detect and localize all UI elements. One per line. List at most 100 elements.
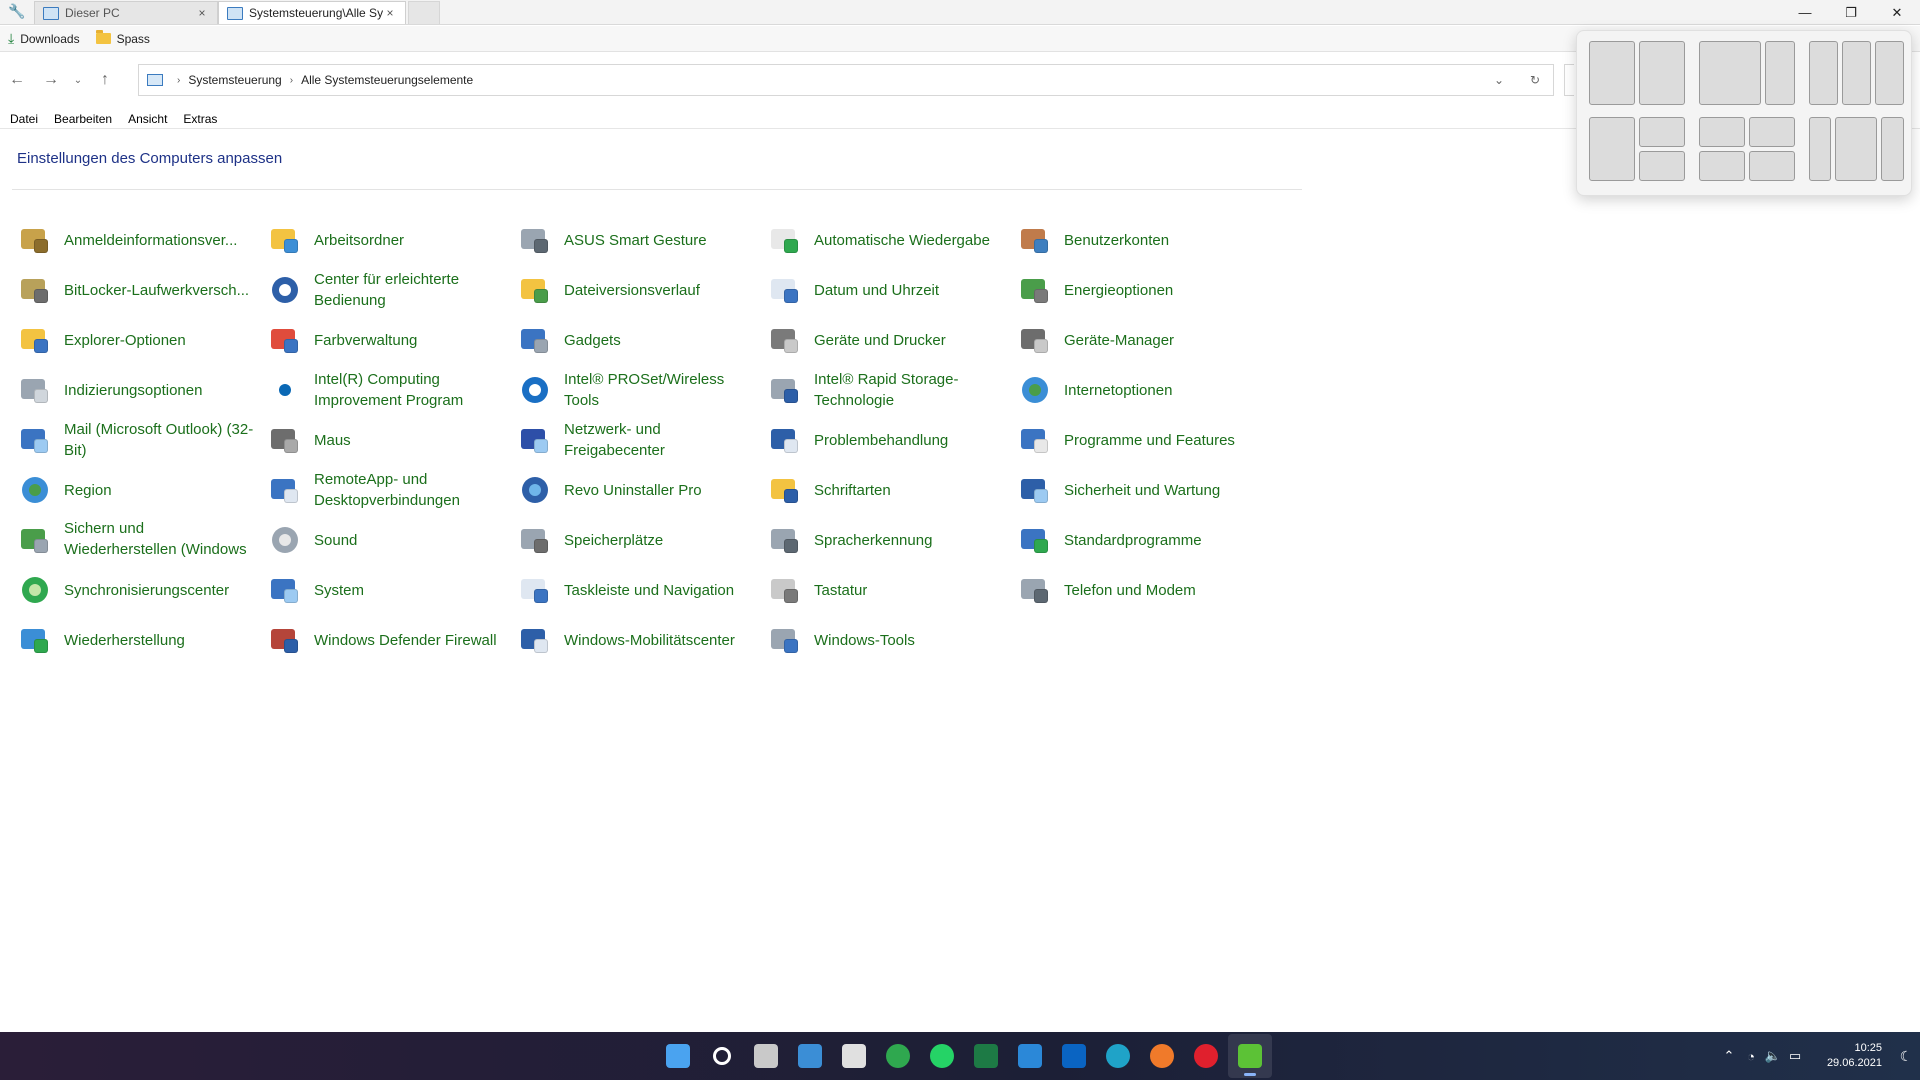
menu-extras[interactable]: Extras	[183, 112, 217, 126]
control-panel-item[interactable]: Explorer-Optionen	[16, 315, 266, 365]
favorite-downloads[interactable]: ⤓ Downloads	[8, 30, 80, 47]
control-panel-item[interactable]: Maus	[266, 415, 516, 465]
snap-zone[interactable]	[1699, 41, 1761, 105]
volume-icon[interactable]: 🔈	[1762, 1048, 1784, 1064]
chevron-up-icon[interactable]: ⌃	[1718, 1048, 1740, 1064]
tab-dieser-pc[interactable]: Dieser PC ×	[34, 1, 218, 24]
control-panel-item[interactable]: Sichern und Wiederherstellen (Windows 7)	[16, 515, 266, 565]
control-panel-item[interactable]: Sound	[266, 515, 516, 565]
control-panel-item[interactable]: Intel® PROSet/Wireless Tools	[516, 365, 766, 415]
control-panel-item[interactable]: Tastatur	[766, 565, 1016, 615]
control-panel-item[interactable]: Telefon und Modem	[1016, 565, 1266, 615]
task-view-icon[interactable]	[744, 1034, 788, 1078]
snap-zone[interactable]	[1842, 41, 1871, 105]
snap-zone[interactable]	[1639, 151, 1685, 181]
notes-icon[interactable]	[1008, 1034, 1052, 1078]
control-panel-item[interactable]: BitLocker-Laufwerkversch...	[16, 265, 266, 315]
control-panel-item[interactable]: Geräte-Manager	[1016, 315, 1266, 365]
control-panel-item[interactable]: Synchronisierungscenter	[16, 565, 266, 615]
wifi-icon[interactable]: ◔	[1740, 1049, 1762, 1064]
control-panel-item[interactable]: Schriftarten	[766, 465, 1016, 515]
calendar-app-icon[interactable]	[832, 1034, 876, 1078]
control-panel-item[interactable]: Windows-Tools	[766, 615, 1016, 665]
clock[interactable]: 10:25 29.06.2021	[1806, 1041, 1892, 1071]
tab-close-icon[interactable]: ×	[195, 6, 209, 20]
control-panel-item[interactable]: Windows-Mobilitätscenter	[516, 615, 766, 665]
clover-icon[interactable]	[1228, 1034, 1272, 1078]
up-button[interactable]: ↑	[88, 65, 122, 95]
control-panel-item[interactable]: Automatische Wiedergabe	[766, 215, 1016, 265]
widgets-icon[interactable]	[788, 1034, 832, 1078]
search-icon[interactable]	[700, 1034, 744, 1078]
menu-ansicht[interactable]: Ansicht	[128, 112, 167, 126]
snap-zone[interactable]	[1809, 41, 1838, 105]
start-icon[interactable]	[656, 1034, 700, 1078]
opera-icon[interactable]	[1184, 1034, 1228, 1078]
control-panel-item[interactable]: Intel(R) Computing Improvement Program	[266, 365, 516, 415]
back-button[interactable]: ←	[0, 65, 34, 95]
refresh-icon[interactable]: ↻	[1517, 65, 1553, 95]
forward-button[interactable]: →	[34, 65, 68, 95]
control-panel-item[interactable]: Wiederherstellung	[16, 615, 266, 665]
snap-zone[interactable]	[1835, 117, 1877, 181]
snap-zone[interactable]	[1809, 117, 1831, 181]
close-button[interactable]: ✕	[1874, 0, 1920, 25]
snap-zone[interactable]	[1749, 117, 1795, 147]
recent-locations-button[interactable]: ⌄	[68, 65, 88, 95]
control-panel-item[interactable]: Programme und Features	[1016, 415, 1266, 465]
excel-icon[interactable]	[964, 1034, 1008, 1078]
control-panel-item[interactable]: Benutzerkonten	[1016, 215, 1266, 265]
snap-zone[interactable]	[1881, 117, 1904, 181]
control-panel-item[interactable]: System	[266, 565, 516, 615]
control-panel-item[interactable]: ASUS Smart Gesture	[516, 215, 766, 265]
control-panel-item[interactable]: Windows Defender Firewall	[266, 615, 516, 665]
favorite-spass[interactable]: Spass	[95, 30, 150, 46]
control-panel-item[interactable]: Internetoptionen	[1016, 365, 1266, 415]
control-panel-item[interactable]: Revo Uninstaller Pro	[516, 465, 766, 515]
control-panel-item[interactable]: Dateiversionsverlauf	[516, 265, 766, 315]
control-panel-item[interactable]: Sicherheit und Wartung	[1016, 465, 1266, 515]
control-panel-item[interactable]: Speicherplätze	[516, 515, 766, 565]
snap-zone[interactable]	[1639, 41, 1685, 105]
control-panel-item[interactable]: RemoteApp- und Desktopverbindungen	[266, 465, 516, 515]
breadcrumb-systemsteuerung[interactable]: Systemsteuerung	[188, 73, 281, 87]
menu-bearbeiten[interactable]: Bearbeiten	[54, 112, 112, 126]
notifications-icon[interactable]: ☾	[1892, 1048, 1920, 1065]
control-panel-item[interactable]: Intel® Rapid Storage-Technologie	[766, 365, 1016, 415]
menu-datei[interactable]: Datei	[10, 112, 38, 126]
control-panel-item[interactable]: Taskleiste und Navigation	[516, 565, 766, 615]
control-panel-item[interactable]: Standardprogramme	[1016, 515, 1266, 565]
control-panel-item[interactable]: Netzwerk- und Freigabecenter	[516, 415, 766, 465]
control-panel-item[interactable]: Indizierungsoptionen	[16, 365, 266, 415]
control-panel-item[interactable]: Datum und Uhrzeit	[766, 265, 1016, 315]
control-panel-item[interactable]: Farbverwaltung	[266, 315, 516, 365]
snap-zone[interactable]	[1589, 41, 1635, 105]
outlook-icon[interactable]	[1052, 1034, 1096, 1078]
snap-zone[interactable]	[1749, 151, 1795, 181]
new-tab-button[interactable]	[408, 1, 440, 24]
control-panel-item[interactable]: Anmeldeinformationsver...	[16, 215, 266, 265]
battery-icon[interactable]: ▭	[1784, 1048, 1806, 1064]
snap-zone[interactable]	[1765, 41, 1795, 105]
control-panel-item[interactable]: Gadgets	[516, 315, 766, 365]
control-panel-item[interactable]: Spracherkennung	[766, 515, 1016, 565]
wrench-icon[interactable]: 🔧	[0, 0, 34, 24]
tab-close-icon[interactable]: ×	[383, 6, 397, 20]
snap-zone[interactable]	[1699, 117, 1745, 147]
snap-zone[interactable]	[1875, 41, 1904, 105]
tab-systemsteuerung[interactable]: Systemsteuerung\Alle Syst ×	[218, 1, 406, 24]
search-input[interactable]	[1564, 64, 1574, 96]
edge-icon[interactable]	[1096, 1034, 1140, 1078]
snap-zone[interactable]	[1639, 117, 1685, 147]
control-panel-item[interactable]: Problembehandlung	[766, 415, 1016, 465]
xbox-icon[interactable]	[876, 1034, 920, 1078]
control-panel-item[interactable]: Geräte und Drucker	[766, 315, 1016, 365]
control-panel-item[interactable]: Region	[16, 465, 266, 515]
control-panel-item[interactable]: Arbeitsordner	[266, 215, 516, 265]
restore-button[interactable]: ❐	[1828, 0, 1874, 25]
control-panel-item[interactable]: Energieoptionen	[1016, 265, 1266, 315]
snap-zone[interactable]	[1699, 151, 1745, 181]
control-panel-item[interactable]: Center für erleichterte Bedienung	[266, 265, 516, 315]
control-panel-item[interactable]: Mail (Microsoft Outlook) (32-Bit)	[16, 415, 266, 465]
address-dropdown-icon[interactable]: ⌄	[1481, 65, 1517, 95]
